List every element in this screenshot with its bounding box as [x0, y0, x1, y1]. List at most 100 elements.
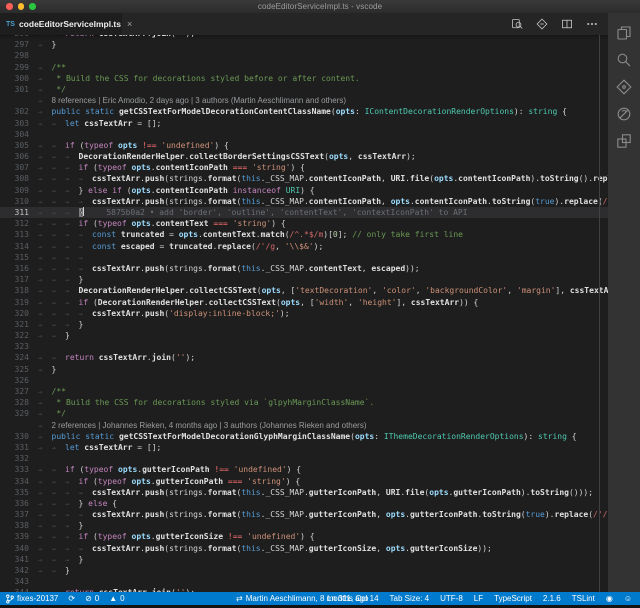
activity-debug-icon[interactable]: [616, 106, 632, 122]
error-status[interactable]: ⊘ 0: [85, 594, 99, 603]
activity-extensions-icon[interactable]: [616, 133, 632, 149]
line-number[interactable]: 321: [0, 319, 38, 330]
line-number[interactable]: 329: [0, 408, 38, 419]
code-text: →→→→const escaped = truncated.replace(/'…: [38, 241, 608, 252]
line-number[interactable]: 316: [0, 263, 38, 274]
line-number[interactable]: 307: [0, 162, 38, 173]
line-number[interactable]: 333: [0, 464, 38, 475]
line-number[interactable]: 343: [0, 576, 38, 587]
more-actions-icon[interactable]: [585, 18, 598, 31]
line-number[interactable]: 320: [0, 308, 38, 319]
gitlens-compare-icon[interactable]: [535, 18, 548, 31]
sync-status[interactable]: ⟳: [68, 594, 75, 603]
line-number[interactable]: 311: [0, 207, 38, 218]
tab-whitespace-icon: →: [52, 320, 66, 330]
line-number[interactable]: 342: [0, 565, 38, 576]
line-number[interactable]: 335: [0, 487, 38, 498]
tab-close-icon[interactable]: ×: [127, 19, 132, 29]
code-line: 318→→→DecorationRenderHelper.collectCSST…: [0, 285, 608, 296]
line-number[interactable]: 303: [0, 118, 38, 129]
line-number[interactable]: 310: [0, 196, 38, 207]
eye-icon[interactable]: ◉: [606, 594, 613, 603]
line-number[interactable]: 304: [0, 129, 38, 140]
code-editor[interactable]: 296→→return cssTextArr.join('');297→}298…: [0, 35, 608, 592]
line-number[interactable]: 306: [0, 151, 38, 162]
tab-whitespace-icon: →: [52, 152, 66, 162]
line-number[interactable]: 308: [0, 173, 38, 184]
tab-whitespace-icon: →: [52, 488, 66, 498]
line-number[interactable]: 318: [0, 285, 38, 296]
line-number[interactable]: 330: [0, 431, 38, 442]
line-number[interactable]: 319: [0, 297, 38, 308]
tab-whitespace-icon: →: [52, 174, 66, 184]
tab-whitespace-icon: →: [38, 275, 52, 285]
status-bar: fixes-20137 ⟳ ⊘ 0 ▲ 0 ⇄ Martin Aeschlima…: [0, 592, 640, 605]
error-count: 0: [95, 594, 99, 603]
line-number[interactable]: 328: [0, 397, 38, 408]
tab-whitespace-icon: →: [52, 197, 66, 207]
line-number[interactable]: 302: [0, 106, 38, 117]
tab-whitespace-icon: →: [52, 465, 66, 475]
line-number[interactable]: 298: [0, 50, 38, 61]
line-number[interactable]: 339: [0, 531, 38, 542]
encoding-status[interactable]: UTF-8: [440, 594, 463, 603]
activity-bar: [608, 13, 640, 592]
line-number[interactable]: 314: [0, 241, 38, 252]
line-number[interactable]: 309: [0, 185, 38, 196]
tab-whitespace-icon: →: [52, 544, 66, 554]
code-line: 328→ * Build the CSS for decorations sty…: [0, 397, 608, 408]
line-number[interactable]: 301: [0, 84, 38, 95]
tab-whitespace-icon: →: [65, 230, 79, 240]
line-number[interactable]: 337: [0, 509, 38, 520]
warning-status[interactable]: ▲ 0: [109, 594, 124, 603]
tab-size-status[interactable]: Tab Size: 4: [390, 594, 430, 603]
eol-status[interactable]: LF: [474, 594, 483, 603]
feedback-smiley-icon[interactable]: ☺: [624, 594, 632, 603]
codelens-line: →8 references | Eric Amodio, 2 days ago …: [0, 95, 608, 106]
code-text: →public static getCSSTextForModelDecorat…: [38, 106, 608, 117]
line-number[interactable]: 317: [0, 274, 38, 285]
code-line: 299→/**: [0, 62, 608, 73]
line-number[interactable]: 315: [0, 252, 38, 263]
line-number[interactable]: [0, 420, 38, 431]
language-status[interactable]: TypeScript: [494, 594, 532, 603]
line-number[interactable]: 305: [0, 140, 38, 151]
codelens-text[interactable]: →8 references | Eric Amodio, 2 days ago …: [38, 95, 608, 106]
linter-status[interactable]: TSLint: [572, 594, 595, 603]
split-editor-icon[interactable]: [560, 18, 573, 31]
line-number[interactable]: 325: [0, 364, 38, 375]
code-text: →→→if (typeof opts.contentIconPath === '…: [38, 162, 608, 173]
line-number[interactable]: [0, 95, 38, 106]
codelens-text[interactable]: →2 references | Johannes Rieken, 4 month…: [38, 420, 608, 431]
typescript-version-status[interactable]: 2.1.6: [543, 594, 561, 603]
git-branch-status[interactable]: fixes-20137: [6, 594, 58, 604]
tab-whitespace-icon: →: [52, 141, 66, 151]
line-number[interactable]: 312: [0, 218, 38, 229]
line-number[interactable]: 331: [0, 442, 38, 453]
activity-search-icon[interactable]: [616, 52, 632, 68]
line-number[interactable]: 334: [0, 476, 38, 487]
line-number[interactable]: 297: [0, 39, 38, 50]
line-number[interactable]: 322: [0, 330, 38, 341]
line-number[interactable]: 324: [0, 352, 38, 363]
line-number[interactable]: 299: [0, 62, 38, 73]
line-number[interactable]: 326: [0, 375, 38, 386]
tab-whitespace-icon: →: [38, 253, 52, 263]
line-number[interactable]: 340: [0, 543, 38, 554]
line-number[interactable]: 327: [0, 386, 38, 397]
activity-explorer-icon[interactable]: [616, 25, 632, 41]
line-number[interactable]: 336: [0, 498, 38, 509]
line-number[interactable]: 341: [0, 554, 38, 565]
line-number[interactable]: 338: [0, 520, 38, 531]
tab-codeEditorServiceImpl[interactable]: TS codeEditorServiceImpl.ts ×: [0, 13, 122, 35]
gitlens-blame-status[interactable]: ⇄ Martin Aeschlimann, 8 months ago: [236, 594, 368, 603]
line-number[interactable]: 313: [0, 229, 38, 240]
activity-source-control-icon[interactable]: [616, 79, 632, 95]
line-number[interactable]: 332: [0, 453, 38, 464]
code-line: 312→→→if (typeof opts.contentText === 's…: [0, 218, 608, 229]
tab-whitespace-icon: →: [38, 242, 52, 252]
line-number[interactable]: 323: [0, 341, 38, 352]
tab-whitespace-icon: →: [38, 96, 52, 106]
open-preview-icon[interactable]: [510, 18, 523, 31]
line-number[interactable]: 300: [0, 73, 38, 84]
